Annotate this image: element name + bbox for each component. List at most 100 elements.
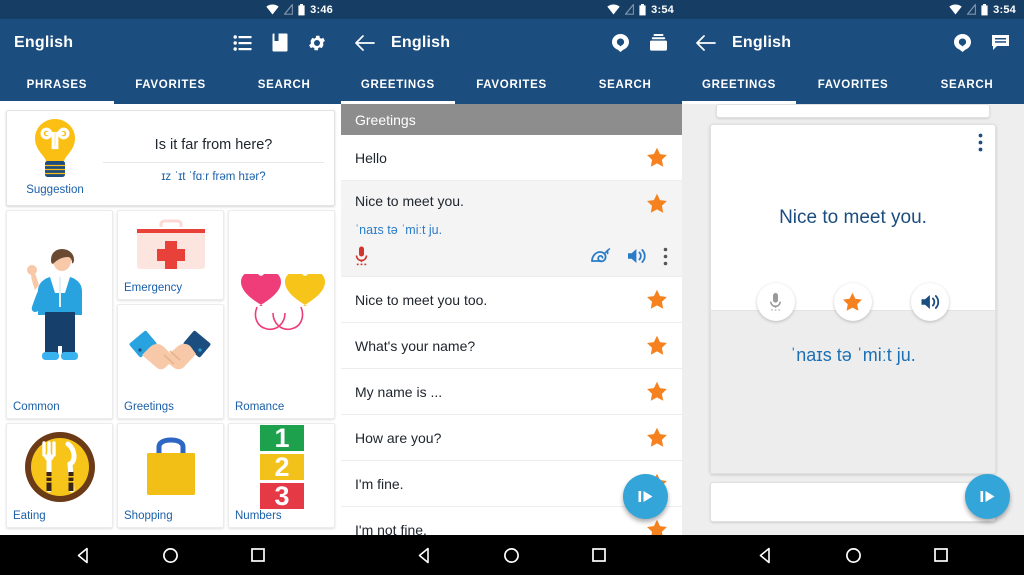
tab-label: FAVORITES	[135, 79, 206, 91]
status-time: 3:54	[993, 3, 1016, 16]
category-tile-romance[interactable]: Romance	[228, 210, 335, 419]
favorite-star-icon[interactable]	[646, 289, 668, 310]
nav-back-button[interactable]	[416, 547, 433, 564]
star-icon	[843, 292, 863, 311]
tab-label: FAVORITES	[817, 79, 889, 91]
favorite-star-icon[interactable]	[646, 335, 668, 356]
favorite-star-icon[interactable]	[646, 193, 668, 214]
stacked-cards-icon[interactable]	[649, 33, 668, 52]
favorite-star-icon[interactable]	[646, 519, 668, 535]
category-tile-greetings[interactable]: Greetings	[117, 304, 224, 419]
android-nav-bar	[341, 535, 682, 575]
suggestion-caption: Suggestion	[26, 184, 84, 196]
battery-icon	[981, 3, 988, 15]
snail-slow-speech-icon[interactable]	[591, 248, 611, 264]
nav-home-button[interactable]	[845, 547, 862, 564]
favorite-star-icon[interactable]	[646, 381, 668, 402]
two-hearts-icon	[229, 211, 334, 401]
category-tile-numbers[interactable]: 1 2 3 Numbers	[228, 423, 335, 528]
expanded-row-actions	[355, 246, 668, 266]
favorite-star-icon[interactable]	[646, 147, 668, 168]
tile-label: Romance	[235, 401, 285, 413]
tab-search[interactable]: SEARCH	[227, 66, 341, 104]
nav-recents-button[interactable]	[933, 547, 949, 563]
phrase-row[interactable]: How are you?	[341, 415, 682, 461]
status-icons	[607, 3, 646, 16]
flashcard-current[interactable]: Nice to meet you. ˈnaɪs tə ˈmiːt ju.	[710, 124, 996, 474]
tab-label: SEARCH	[257, 79, 311, 91]
nav-home-button[interactable]	[162, 547, 179, 564]
nav-home-button[interactable]	[503, 547, 520, 564]
tile-label: Greetings	[124, 401, 174, 413]
svg-text:3: 3	[274, 481, 289, 510]
category-tile-eating[interactable]: Eating	[6, 423, 113, 528]
suggestion-illustration: Suggestion	[7, 115, 103, 205]
category-tile-common[interactable]: Common	[6, 210, 113, 419]
quiz-balloon-icon[interactable]	[611, 33, 630, 53]
wifi-icon	[607, 4, 620, 15]
tab-favorites[interactable]: FAVORITES	[796, 66, 910, 104]
suggestion-ipa: ɪz ˈɪt ˈfɑːr frəm hɪər?	[161, 171, 266, 183]
speaker-icon	[921, 295, 939, 309]
phrase-row-expanded[interactable]: Nice to meet you. ˈnaɪs tə ˈmiːt ju.	[341, 181, 682, 277]
phrase-row[interactable]: What's your name?	[341, 323, 682, 369]
phrase-row[interactable]: Hello	[341, 135, 682, 181]
nav-recents-button[interactable]	[591, 547, 607, 563]
wifi-icon	[266, 4, 279, 15]
tab-search[interactable]: SEARCH	[568, 66, 682, 104]
speak-button[interactable]	[911, 283, 950, 321]
favorite-button[interactable]	[833, 283, 872, 321]
tile-label: Shopping	[124, 510, 173, 522]
favorite-star-icon[interactable]	[646, 427, 668, 448]
tab-bar: PHRASES FAVORITES SEARCH	[0, 66, 341, 104]
tile-label: Common	[13, 401, 60, 413]
speaker-icon[interactable]	[627, 247, 647, 265]
app-bar: English	[341, 19, 682, 66]
flashcard-next-peek[interactable]	[710, 482, 996, 522]
status-bar: 3:54	[682, 0, 1024, 19]
phrase-row[interactable]: My name is ...	[341, 369, 682, 415]
flashcard-ipa: ˈnaɪs tə ˈmiːt ju.	[790, 345, 916, 365]
category-tile-shopping[interactable]: Shopping	[117, 423, 224, 528]
tab-search[interactable]: SEARCH	[910, 66, 1024, 104]
status-time: 3:54	[651, 3, 674, 16]
play-all-fab[interactable]	[623, 474, 668, 519]
mic-record-button[interactable]	[756, 283, 795, 321]
nav-back-button[interactable]	[757, 547, 774, 564]
mic-record-icon[interactable]	[355, 246, 368, 266]
tab-greetings[interactable]: GREETINGS	[682, 66, 796, 104]
phrase-text: What's your name?	[355, 337, 476, 354]
flashcard-previous-peek[interactable]	[716, 104, 990, 118]
person-pointing-icon	[7, 211, 112, 401]
category-tile-emergency[interactable]: Emergency	[117, 210, 224, 300]
back-arrow-icon[interactable]	[696, 34, 716, 51]
suggestion-card[interactable]: Suggestion Is it far from here? ɪz ˈɪt ˈ…	[6, 110, 335, 206]
phrasebook-list-icon[interactable]	[233, 34, 253, 52]
play-all-fab[interactable]	[965, 474, 1010, 519]
tab-greetings[interactable]: GREETINGS	[341, 66, 455, 104]
battery-icon	[639, 3, 646, 15]
gear-icon[interactable]	[307, 33, 327, 53]
nav-back-button[interactable]	[75, 547, 92, 564]
flashcard-content: Nice to meet you. ˈnaɪs tə ˈmiːt ju.	[682, 104, 1024, 535]
overflow-menu-icon[interactable]	[663, 247, 668, 266]
tab-phrases[interactable]: PHRASES	[0, 66, 114, 104]
quiz-balloon-icon[interactable]	[953, 33, 972, 53]
phone-screen-flashcard: 3:54 English GREETINGS FAVORITES SEARCH …	[682, 0, 1024, 575]
chat-bubble-icon[interactable]	[991, 34, 1010, 51]
status-bar: 3:54	[341, 0, 682, 19]
android-nav-bar	[682, 535, 1024, 575]
appbar-actions	[233, 33, 327, 53]
appbar-actions	[611, 33, 668, 53]
three-phone-screenshots: 3:46 English PHRASES FAVORITES SEARCH Su…	[0, 0, 1024, 575]
tab-favorites[interactable]: FAVORITES	[455, 66, 569, 104]
back-arrow-icon[interactable]	[355, 34, 375, 51]
nav-recents-button[interactable]	[250, 547, 266, 563]
status-icons	[949, 3, 988, 16]
phrase-row[interactable]: Nice to meet you too.	[341, 277, 682, 323]
phrase-ipa: ˈnaɪs tə ˈmiːt ju.	[355, 223, 443, 237]
flashcards-icon[interactable]	[272, 33, 288, 52]
lightbulb-icon	[35, 119, 75, 177]
app-bar: English	[0, 19, 341, 66]
tab-favorites[interactable]: FAVORITES	[114, 66, 228, 104]
